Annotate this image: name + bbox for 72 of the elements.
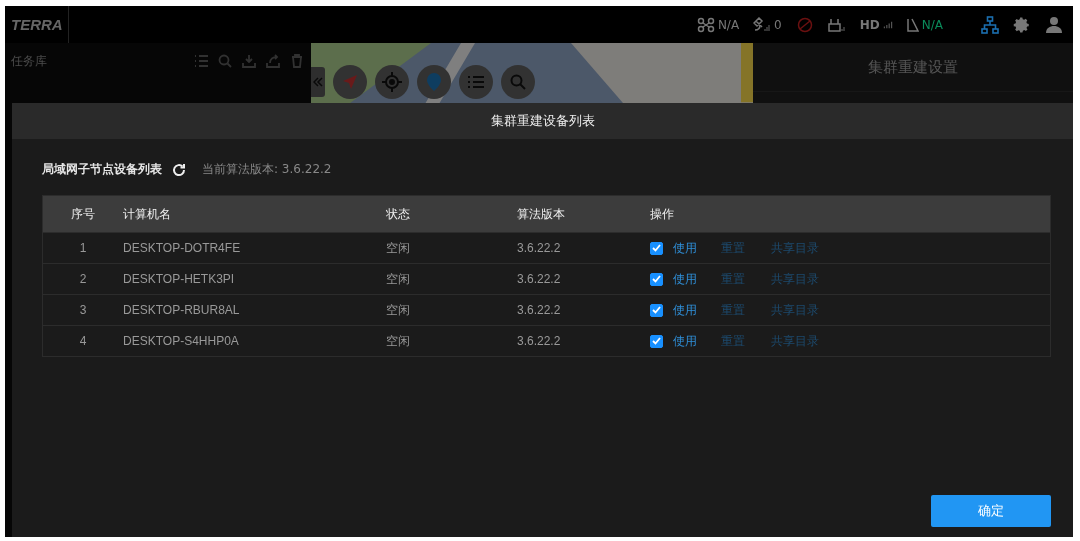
reset-link[interactable]: 重置 bbox=[721, 239, 745, 257]
table-cell: 空闲 bbox=[386, 270, 410, 288]
drone-icon bbox=[696, 16, 715, 33]
column-header: 序号 bbox=[71, 205, 95, 223]
table-cell: 空闲 bbox=[386, 239, 410, 257]
use-checkbox[interactable] bbox=[650, 334, 663, 348]
table-cell: 1 bbox=[79, 241, 87, 255]
settings-icon[interactable] bbox=[1013, 15, 1031, 34]
trash-icon bbox=[289, 53, 305, 69]
signal-bars-icon bbox=[882, 20, 893, 29]
table-cell: 3.6.22.2 bbox=[517, 303, 561, 317]
satellite-icon bbox=[753, 16, 772, 33]
refresh-icon[interactable] bbox=[172, 162, 186, 177]
table-cell: 4 bbox=[79, 334, 87, 348]
dialog-title: 集群重建设备列表 bbox=[490, 112, 595, 130]
table-cell: DESKTOP-RBUR8AL bbox=[123, 303, 240, 317]
table-cell: 3.6.22.2 bbox=[517, 241, 561, 255]
use-label[interactable]: 使用 bbox=[673, 270, 697, 288]
rtk-icon bbox=[906, 16, 919, 33]
sidebar-title: 任务库 bbox=[11, 53, 47, 70]
arrow-icon bbox=[341, 73, 359, 91]
reset-link[interactable]: 重置 bbox=[721, 332, 745, 350]
check-icon bbox=[652, 337, 661, 345]
column-header: 状态 bbox=[386, 205, 410, 223]
status-value: 0 bbox=[774, 17, 782, 32]
shared-folder-link[interactable]: 共享目录 bbox=[771, 239, 819, 257]
use-label[interactable]: 使用 bbox=[673, 332, 697, 350]
network-icon[interactable] bbox=[981, 15, 999, 34]
table-cell: 3 bbox=[79, 303, 87, 317]
use-checkbox[interactable] bbox=[650, 272, 663, 286]
pin-icon bbox=[427, 73, 441, 91]
reset-link[interactable]: 重置 bbox=[721, 301, 745, 319]
column-header: 操作 bbox=[650, 205, 674, 223]
shared-folder-link[interactable]: 共享目录 bbox=[771, 301, 819, 319]
check-icon bbox=[652, 244, 661, 252]
hd-label: HD bbox=[859, 17, 880, 32]
export-icon bbox=[265, 53, 281, 69]
chevrons-left-icon bbox=[313, 77, 323, 87]
crosshair-icon bbox=[382, 72, 402, 92]
user-icon[interactable] bbox=[1045, 15, 1063, 34]
use-label[interactable]: 使用 bbox=[673, 239, 697, 257]
use-label[interactable]: 使用 bbox=[673, 301, 697, 319]
table-cell: 空闲 bbox=[386, 301, 410, 319]
table-cell: 3.6.22.2 bbox=[517, 272, 561, 286]
table-cell: DESKTOP-HETK3PI bbox=[123, 272, 235, 286]
panel-title: 集群重建设置 bbox=[868, 57, 958, 77]
list-icon bbox=[193, 53, 209, 69]
blocked-signal-icon bbox=[795, 16, 814, 33]
check-icon bbox=[652, 306, 661, 314]
table-cell: 3.6.22.2 bbox=[517, 334, 561, 348]
section-title: 局域网子节点设备列表 bbox=[42, 161, 162, 178]
confirm-button[interactable]: 确定 bbox=[931, 495, 1051, 527]
table-cell: DESKTOP-DOTR4FE bbox=[123, 241, 241, 255]
use-checkbox[interactable] bbox=[650, 303, 663, 317]
search-icon bbox=[510, 74, 526, 90]
use-checkbox[interactable] bbox=[650, 241, 663, 255]
version-label: 当前算法版本: 3.6.22.2 bbox=[202, 161, 332, 178]
list-icon bbox=[468, 75, 484, 89]
status-value: N/A bbox=[921, 17, 943, 32]
column-header: 计算机名 bbox=[123, 205, 171, 223]
import-icon bbox=[241, 53, 257, 69]
status-value: N/A bbox=[717, 17, 740, 32]
shared-folder-link[interactable]: 共享目录 bbox=[771, 270, 819, 288]
table-cell: 空闲 bbox=[386, 332, 410, 350]
remote-controller-icon bbox=[827, 16, 846, 33]
table-cell: 2 bbox=[79, 272, 87, 286]
shared-folder-link[interactable]: 共享目录 bbox=[771, 332, 819, 350]
table-cell: DESKTOP-S4HHP0A bbox=[123, 334, 239, 348]
check-icon bbox=[652, 275, 661, 283]
search-icon bbox=[217, 53, 233, 69]
reset-link[interactable]: 重置 bbox=[721, 270, 745, 288]
column-header: 算法版本 bbox=[517, 205, 565, 223]
